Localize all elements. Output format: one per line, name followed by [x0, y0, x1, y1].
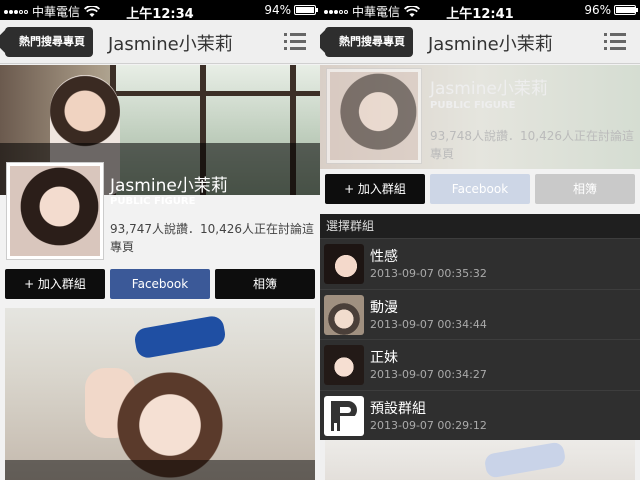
group-name: 預設群組 — [370, 400, 426, 417]
battery-icon — [294, 5, 318, 15]
group-picker-panel: 選擇群組 性感 2013-09-07 00:35:32 動漫 2013-09-0… — [320, 214, 640, 440]
navigation-bar: 熱門搜尋專頁 Jasmine小茉莉 — [320, 20, 640, 64]
group-name: 性感 — [370, 249, 398, 265]
list-item[interactable]: 預設群組 2013-09-07 00:29:12 — [320, 389, 640, 441]
battery-percent: 94% — [264, 3, 291, 17]
group-thumbnail — [324, 244, 364, 284]
action-buttons: + 加入群組 Facebook 相簿 — [5, 269, 315, 299]
profile-category: PUBLIC FIGURE — [110, 196, 196, 207]
join-group-button[interactable]: + 加入群組 — [325, 174, 425, 204]
panel-header: 選擇群組 — [320, 214, 640, 238]
group-name: 正妹 — [370, 350, 398, 366]
default-group-icon — [324, 395, 364, 436]
screen-group-picker: 中華電信 上午12:41 96% 熱門搜尋專頁 Jasmine小茉莉 Jasmi… — [320, 0, 640, 480]
profile-name: Jasmine小茉莉 — [430, 79, 548, 99]
battery: 94% — [264, 3, 318, 17]
battery: 96% — [584, 3, 638, 17]
page-title: Jasmine小茉莉 — [428, 34, 553, 55]
feed-photo[interactable] — [5, 308, 315, 480]
screen-page-view: 中華電信 上午12:34 94% 熱門搜尋專頁 Jasmine小茉莉 Jasmi… — [0, 0, 320, 480]
list-menu-icon[interactable] — [604, 33, 626, 51]
battery-icon — [614, 5, 638, 15]
profile-picture — [326, 68, 422, 164]
status-bar: 中華電信 上午12:41 96% — [320, 0, 640, 22]
list-menu-icon[interactable] — [284, 33, 306, 51]
action-buttons: + 加入群組 Facebook 相簿 — [325, 174, 635, 204]
back-button[interactable]: 熱門搜尋專頁 — [325, 27, 413, 57]
facebook-button: Facebook — [430, 174, 530, 204]
join-group-button[interactable]: + 加入群組 — [5, 269, 105, 299]
group-thumbnail — [324, 345, 364, 385]
profile-stats: 93,747人說讚．10,426人正在討論這專頁 — [110, 222, 314, 254]
group-date: 2013-09-07 00:34:44 — [370, 317, 487, 331]
group-date: 2013-09-07 00:34:27 — [370, 368, 487, 381]
navigation-bar: 熱門搜尋專頁 Jasmine小茉莉 — [0, 20, 320, 64]
profile-name: Jasmine小茉莉 — [110, 176, 228, 196]
list-item[interactable]: 動漫 2013-09-07 00:34:44 — [320, 288, 640, 340]
feed-photo — [320, 440, 640, 480]
group-date: 2013-09-07 00:29:12 — [370, 418, 487, 432]
list-item[interactable]: 正妹 2013-09-07 00:34:27 — [320, 339, 640, 390]
profile-picture[interactable] — [6, 162, 104, 260]
page-title: Jasmine小茉莉 — [108, 34, 233, 55]
album-button: 相簿 — [535, 174, 635, 204]
back-button[interactable]: 熱門搜尋專頁 — [5, 27, 93, 57]
group-name: 動漫 — [370, 299, 398, 316]
status-bar: 中華電信 上午12:34 94% — [0, 0, 320, 22]
list-item[interactable]: 性感 2013-09-07 00:35:32 — [320, 238, 640, 289]
facebook-button[interactable]: Facebook — [110, 269, 210, 299]
album-button[interactable]: 相簿 — [215, 269, 315, 299]
profile-stats: 93,748人說讚．10,426人正在討論這專頁 — [430, 129, 634, 161]
group-thumbnail — [324, 294, 364, 335]
battery-percent: 96% — [584, 3, 611, 17]
profile-category: PUBLIC FIGURE — [430, 100, 516, 111]
group-date: 2013-09-07 00:35:32 — [370, 267, 487, 280]
